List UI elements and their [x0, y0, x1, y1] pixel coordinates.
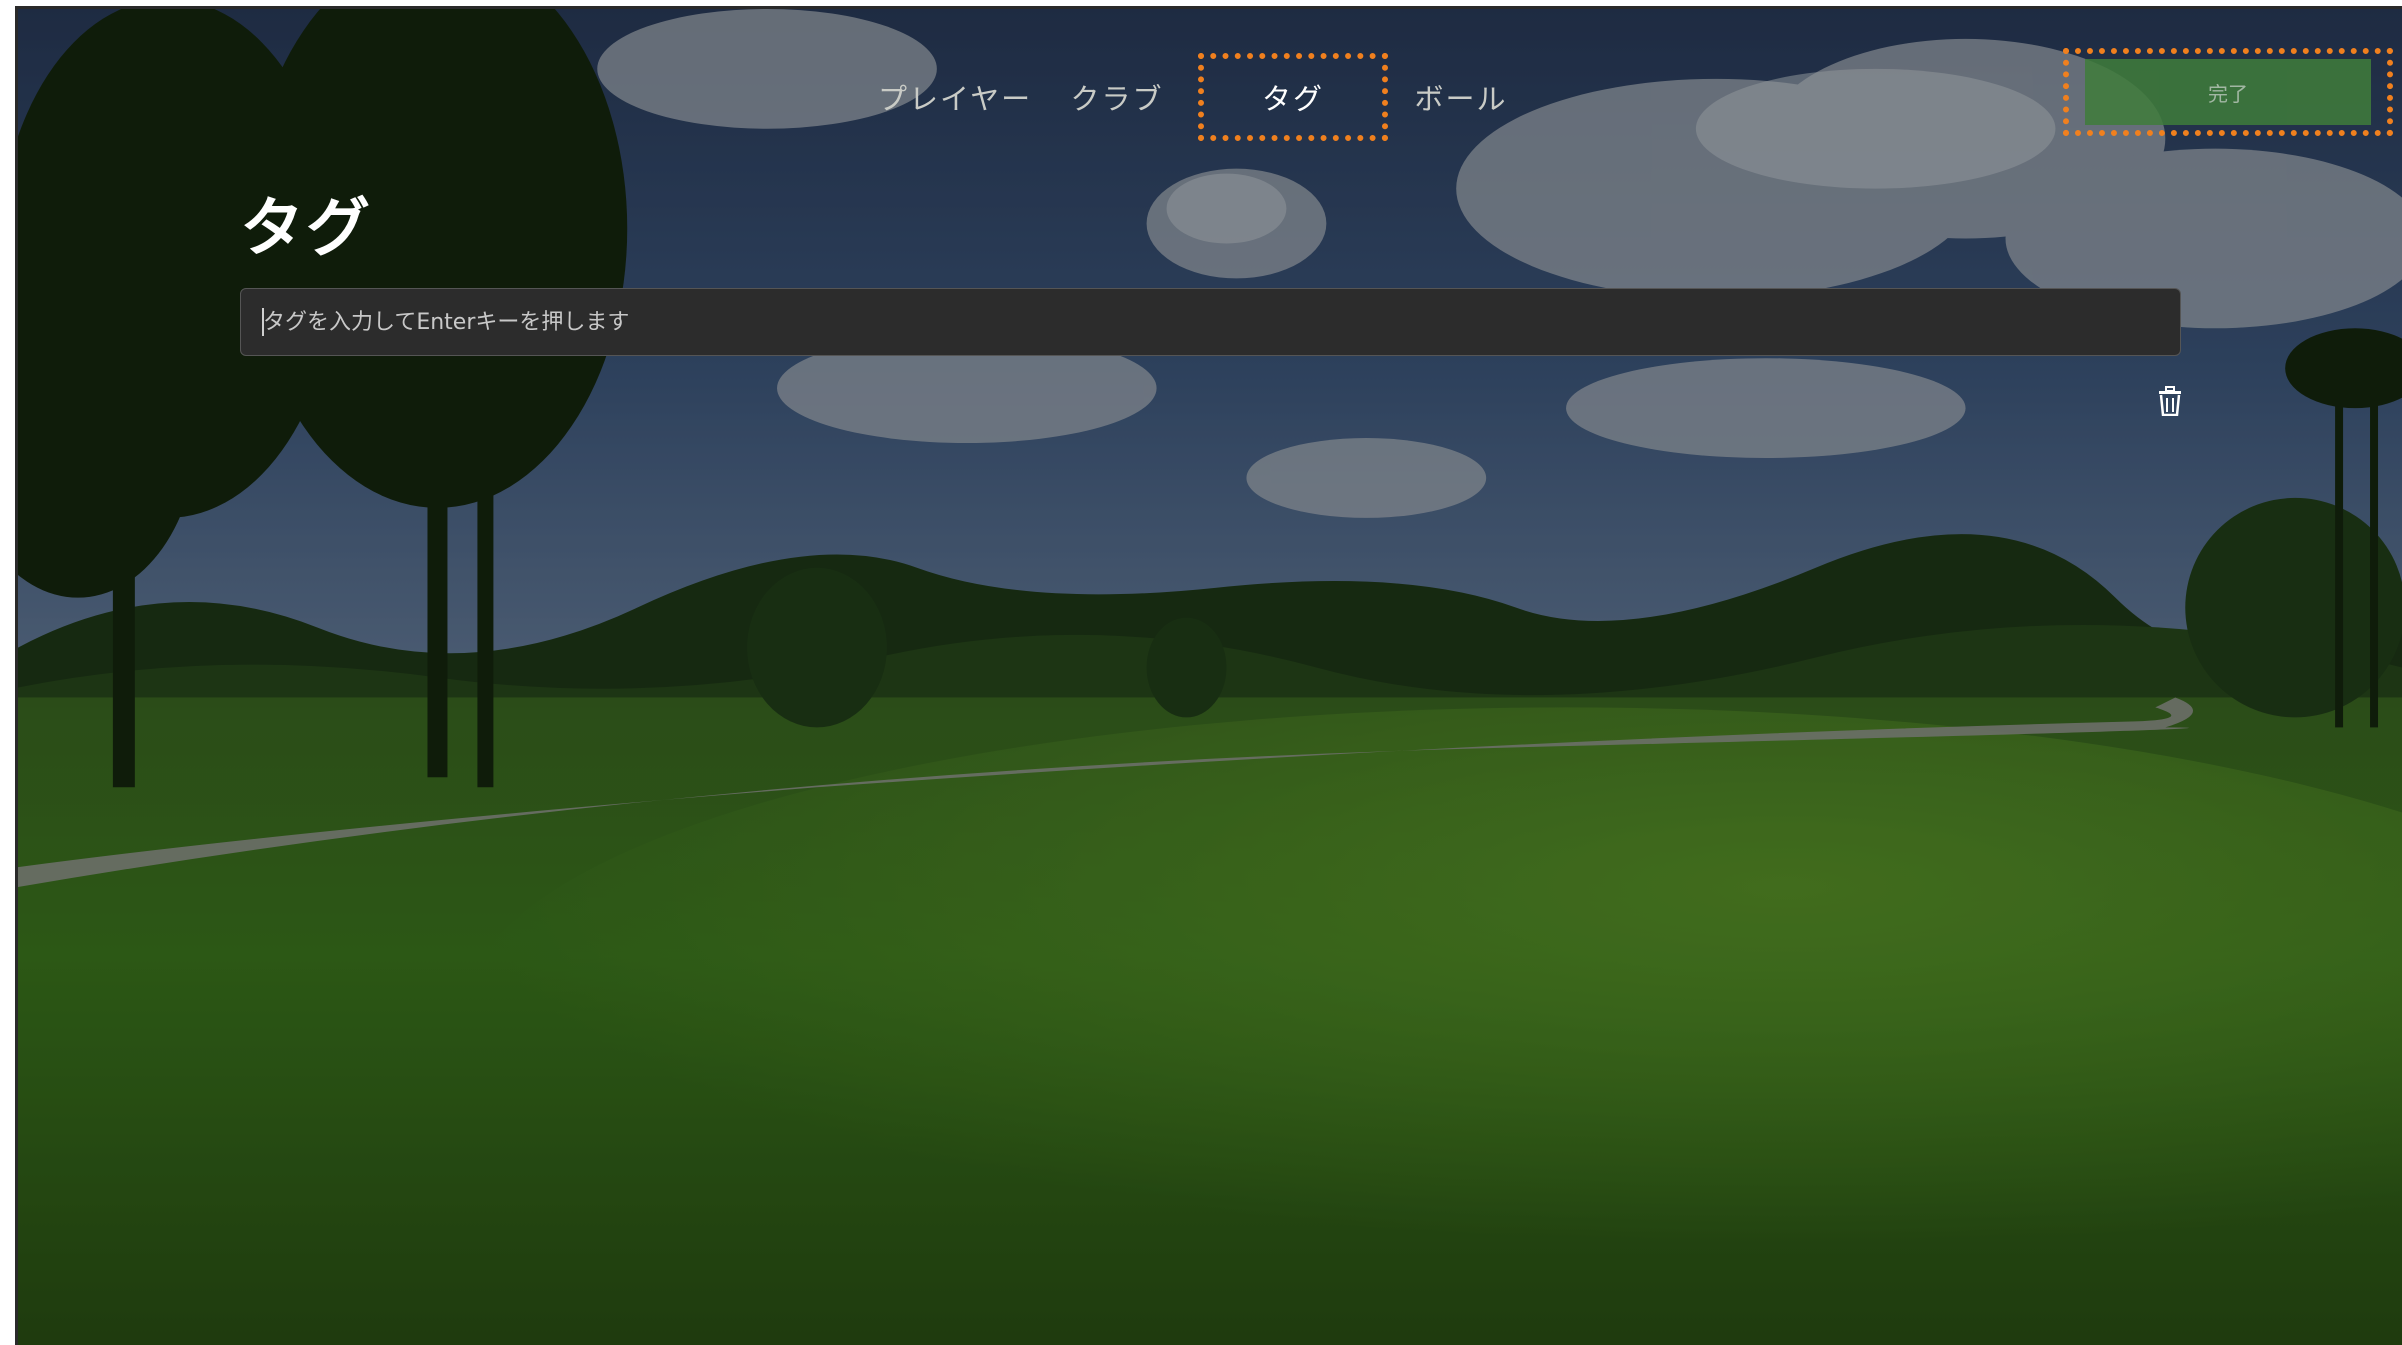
done-button[interactable]: 完了 — [2085, 59, 2371, 125]
tab-tag[interactable]: タグ — [1198, 53, 1388, 141]
top-nav-tabs: プレイヤー クラブ タグ ボール — [866, 53, 1526, 141]
tab-ball[interactable]: ボール — [1396, 53, 1526, 141]
text-caret — [262, 308, 264, 336]
tab-club[interactable]: クラブ — [1044, 53, 1190, 141]
done-button-highlight: 完了 — [2063, 48, 2393, 136]
tab-player[interactable]: プレイヤー — [866, 53, 1044, 141]
delete-tags-button[interactable] — [2153, 381, 2187, 421]
page-title: タグ — [240, 192, 372, 266]
screen-dim-overlay — [18, 9, 2402, 1345]
tag-input[interactable] — [240, 288, 2181, 356]
trash-icon — [2159, 386, 2181, 416]
app-window: プレイヤー クラブ タグ ボール 完了 タグ — [15, 6, 2402, 1345]
